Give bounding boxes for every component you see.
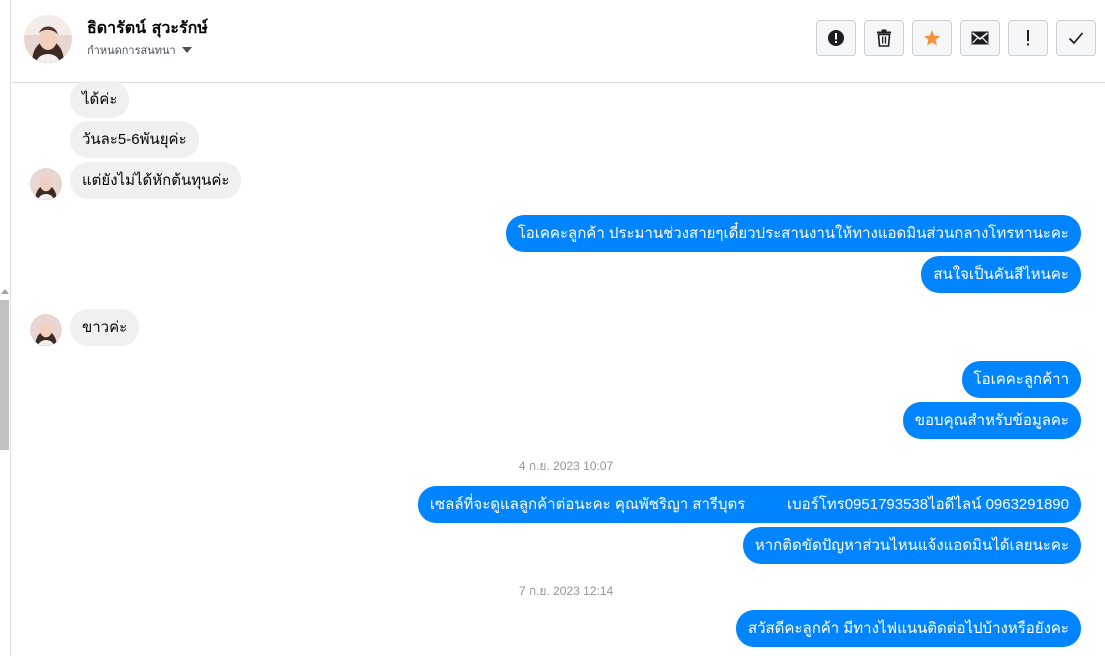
follow-up-button[interactable] (1008, 20, 1048, 56)
action-toolbar (816, 20, 1096, 56)
message-incoming[interactable]: ขาวค่ะ (70, 309, 140, 346)
report-button[interactable] (816, 20, 856, 56)
contact-avatar-small[interactable] (30, 168, 62, 200)
star-icon (923, 30, 941, 46)
contact-name[interactable]: ธิดารัตน์ สุวะรักษ์ (87, 16, 208, 41)
conversation-menu-label: กำหนดการสนทนา (87, 44, 176, 57)
message-outgoing[interactable]: โอเคคะลูกค้า ประมานช่วงสายๆเดี๋ยวประสานง… (505, 215, 1081, 252)
message-incoming[interactable]: วันละ5-6พันยุค่ะ (70, 121, 199, 158)
conversation-header: ธิดารัตน์ สุวะรักษ์ กำหนดการสนทนา (12, 0, 1105, 83)
message-outgoing[interactable]: สวัสดีคะลูกค้า มีทางไฟแนนติดต่อไปบ้างหรื… (735, 610, 1081, 647)
conversation-menu[interactable]: กำหนดการสนทนา (87, 41, 192, 59)
caret-down-icon (181, 47, 192, 53)
trash-icon (877, 29, 891, 47)
mark-done-button[interactable] (1056, 20, 1096, 56)
exclamation-icon (1027, 30, 1029, 46)
alert-circle-icon (828, 30, 844, 46)
message-thread: ได้ค่ะ วันละ5-6พันยุค่ะ แต่ยังไม่ได้หักต… (12, 81, 1105, 656)
message-incoming[interactable]: แต่ยังไม่ได้หักต้นทุนค่ะ (70, 162, 242, 199)
message-outgoing[interactable]: โอเคคะลูกค้าา (961, 361, 1081, 398)
message-outgoing[interactable]: สนใจเป็นคันสีไหนคะ (921, 256, 1081, 293)
contact-avatar-small[interactable] (30, 314, 62, 346)
message-incoming[interactable]: ได้ค่ะ (70, 81, 130, 118)
message-timestamp: 7 ก.ย. 2023 12:14 (518, 584, 614, 598)
star-button[interactable] (912, 20, 952, 56)
mark-unread-button[interactable] (960, 20, 1000, 56)
envelope-icon (971, 31, 989, 45)
checkmark-icon (1068, 32, 1084, 45)
message-outgoing[interactable]: เซลล์ที่จะดูแลลูกค้าต่อนะคะ คุณพัชริญา ส… (417, 486, 1081, 523)
delete-button[interactable] (864, 20, 904, 56)
message-timestamp: 4 ก.ย. 2023 10:07 (518, 459, 614, 473)
contact-avatar[interactable] (24, 15, 72, 63)
message-outgoing[interactable]: ขอบคุณสำหรับข้อมูลคะ (902, 402, 1081, 439)
scroll-up-arrow[interactable] (1, 289, 9, 294)
message-outgoing[interactable]: หากติดขัดปัญหาส่วนไหนแจ้งแอดมินได้เลยนะค… (742, 527, 1081, 564)
left-scrollbar-thumb[interactable] (0, 300, 9, 450)
